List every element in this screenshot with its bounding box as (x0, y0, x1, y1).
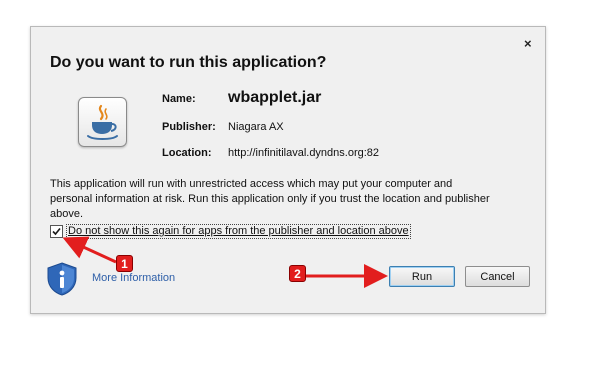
annotation-badge-1: 1 (116, 255, 133, 272)
annotation-badge-2: 2 (289, 265, 306, 282)
arrow-1 (62, 236, 117, 264)
annotation-arrows (62, 236, 388, 288)
